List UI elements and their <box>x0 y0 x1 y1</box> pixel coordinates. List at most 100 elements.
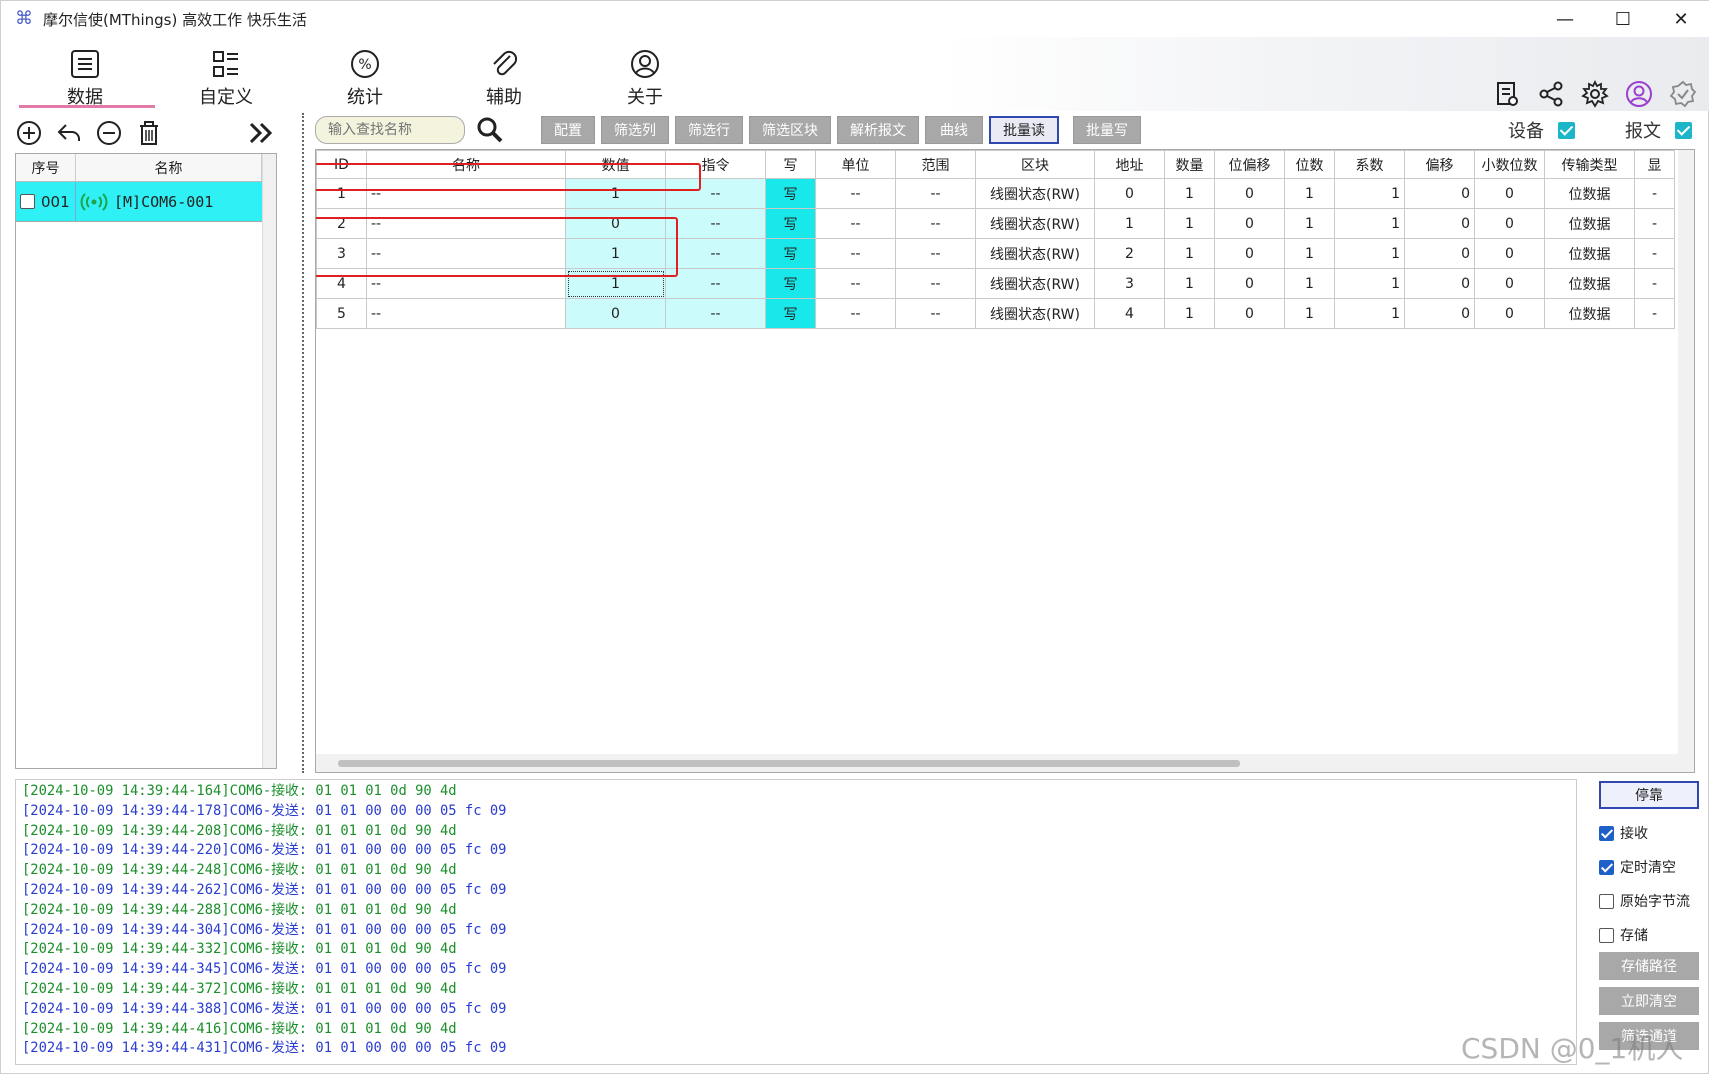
table-cell: -- <box>895 238 976 269</box>
table-cell: 0 <box>1214 238 1285 269</box>
undo-icon[interactable] <box>55 119 83 147</box>
nav-about[interactable]: 关于 <box>585 47 705 108</box>
device-row-checkbox[interactable] <box>20 194 35 209</box>
table-cell: 线圈状态(RW) <box>975 178 1095 209</box>
filter-rows-button[interactable]: 筛选行 <box>675 116 743 144</box>
panel-splitter[interactable] <box>302 113 306 773</box>
batch-read-button[interactable]: 批量读 <box>989 116 1059 144</box>
col-header[interactable]: 系数 <box>1334 150 1405 179</box>
receive-option[interactable]: 接收 <box>1599 816 1703 850</box>
table-cell: 0 <box>1404 208 1475 239</box>
col-header[interactable]: 偏移 <box>1404 150 1475 179</box>
badge-check-icon[interactable] <box>1666 77 1700 111</box>
col-header[interactable]: 范围 <box>895 150 976 179</box>
col-header[interactable]: 写 <box>765 150 816 179</box>
table-cell[interactable]: 0 <box>565 298 666 329</box>
config-button[interactable]: 配置 <box>541 116 595 144</box>
table-cell: 0 <box>1474 208 1545 239</box>
timed-clear-option[interactable]: 定时清空 <box>1599 850 1703 884</box>
table-cell: 0 <box>1474 178 1545 209</box>
table-cell: 0 <box>1094 178 1165 209</box>
raw-stream-checkbox[interactable] <box>1599 893 1614 909</box>
curve-button[interactable]: 曲线 <box>925 116 983 144</box>
nav-custom[interactable]: 自定义 <box>166 47 286 108</box>
table-cell: 2 <box>1094 238 1165 269</box>
user-circle-icon[interactable] <box>1622 77 1656 111</box>
document-icon[interactable] <box>1490 77 1524 111</box>
nav-stats[interactable]: % 统计 <box>305 47 425 108</box>
table-cell: 0 <box>1404 298 1475 329</box>
device-checkbox[interactable] <box>1558 121 1575 139</box>
table-cell: -- <box>665 238 766 269</box>
filter-blocks-button[interactable]: 筛选区块 <box>749 116 831 144</box>
table-cell: 1 <box>1334 178 1405 209</box>
parse-message-button[interactable]: 解析报文 <box>837 116 919 144</box>
dock-button[interactable]: 停靠 <box>1599 781 1699 809</box>
add-circle-icon[interactable] <box>15 119 43 147</box>
col-header[interactable]: 位偏移 <box>1214 150 1285 179</box>
store-option[interactable]: 存储 <box>1599 918 1703 952</box>
receive-checkbox[interactable] <box>1599 825 1614 841</box>
col-header[interactable]: 传输类型 <box>1544 150 1635 179</box>
col-header[interactable]: 小数位数 <box>1474 150 1545 179</box>
table-row[interactable]: 5 -- 0 -- 写 -- -- 线圈状态(RW) 4 1 0 1 1 0 0 位数据 - <box>316 298 1675 329</box>
nav-assist[interactable]: 辅助 <box>444 47 564 108</box>
main-nav: 数据 自定义 % 统计 辅助 关于 设备 报文 <box>1 37 1709 142</box>
table-cell: - <box>1634 238 1675 269</box>
col-header[interactable]: 位数 <box>1284 150 1335 179</box>
maximize-button[interactable]: ☐ <box>1594 1 1652 37</box>
table-cell: 1 <box>1164 298 1215 329</box>
expand-panel-icon[interactable] <box>247 119 275 147</box>
table-cell: - <box>1634 208 1675 239</box>
table-cell: 线圈状态(RW) <box>975 268 1095 299</box>
scrollbar-thumb[interactable] <box>338 760 1240 767</box>
share-icon[interactable] <box>1534 77 1568 111</box>
batch-write-button[interactable]: 批量写 <box>1073 116 1141 144</box>
table-cell: 1 <box>1334 208 1405 239</box>
highlight-box-rows3-4 <box>316 217 678 277</box>
table-cell: 1 <box>1284 268 1335 299</box>
grid-horizontal-scrollbar[interactable] <box>316 754 1694 772</box>
table-cell: 线圈状态(RW) <box>975 238 1095 269</box>
timed-clear-checkbox[interactable] <box>1599 859 1614 875</box>
write-button[interactable]: 写 <box>765 238 816 269</box>
remove-circle-icon[interactable] <box>95 119 123 147</box>
write-button[interactable]: 写 <box>765 298 816 329</box>
table-cell: -- <box>665 208 766 239</box>
col-header[interactable]: 单位 <box>815 150 896 179</box>
clear-now-button[interactable]: 立即清空 <box>1599 987 1699 1015</box>
write-button[interactable]: 写 <box>765 268 816 299</box>
nav-data[interactable]: 数据 <box>25 47 145 108</box>
col-header[interactable]: 显 <box>1634 150 1675 179</box>
table-cell: -- <box>895 208 976 239</box>
store-checkbox[interactable] <box>1599 927 1614 943</box>
gear-icon[interactable] <box>1578 77 1612 111</box>
table-cell: 0 <box>1474 238 1545 269</box>
table-cell: 位数据 <box>1544 238 1635 269</box>
table-cell: 0 <box>1214 268 1285 299</box>
write-button[interactable]: 写 <box>765 178 816 209</box>
trash-icon[interactable] <box>135 119 163 147</box>
col-header[interactable]: 地址 <box>1094 150 1165 179</box>
grid-vertical-scrollbar[interactable] <box>1678 150 1694 772</box>
message-checkbox[interactable] <box>1675 121 1692 139</box>
timed-clear-label: 定时清空 <box>1620 860 1676 876</box>
search-input[interactable] <box>328 122 458 138</box>
raw-stream-option[interactable]: 原始字节流 <box>1599 884 1703 918</box>
list-icon <box>68 47 102 81</box>
filter-columns-button[interactable]: 筛选列 <box>601 116 669 144</box>
col-header[interactable]: 数量 <box>1164 150 1215 179</box>
store-path-button[interactable]: 存储路径 <box>1599 952 1699 980</box>
close-button[interactable]: ✕ <box>1652 1 1709 37</box>
device-row[interactable]: 001 [M]COM6-001 <box>16 182 276 222</box>
percent-icon: % <box>348 47 382 81</box>
minimize-button[interactable]: — <box>1536 1 1594 37</box>
search-icon[interactable] <box>475 115 505 145</box>
log-line: [2024-10-09 14:39:44-208]COM6-接收: 01 01 … <box>22 822 457 839</box>
device-list-scrollbar[interactable] <box>262 154 276 768</box>
app-logo-icon: ⌘ <box>15 8 33 29</box>
col-header[interactable]: 区块 <box>975 150 1095 179</box>
search-box <box>315 116 465 144</box>
write-button[interactable]: 写 <box>765 208 816 239</box>
table-cell: -- <box>366 298 566 329</box>
